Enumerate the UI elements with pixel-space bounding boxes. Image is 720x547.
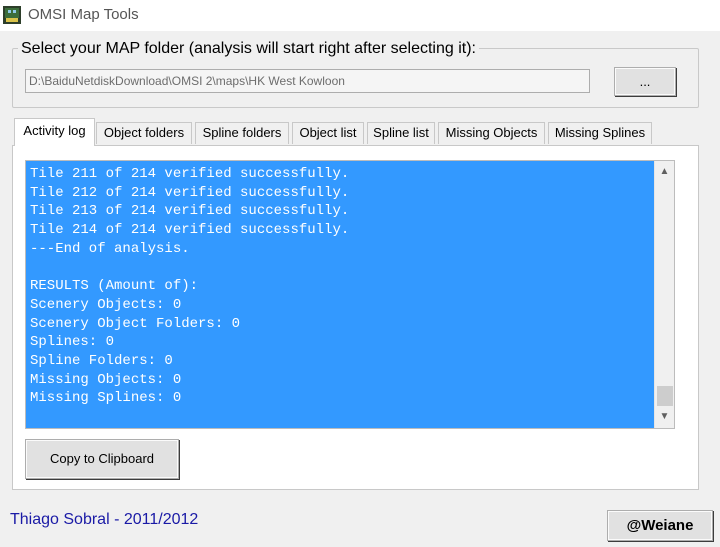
tab-missing-objects[interactable]: Missing Objects <box>438 122 545 144</box>
tab-activity-log[interactable]: Activity log <box>14 118 95 146</box>
folder-group-caption: Select your MAP folder (analysis will st… <box>18 40 479 58</box>
log-line: Tile 213 of 214 verified successfully. <box>30 203 350 220</box>
log-line: Scenery Objects: 0 <box>30 296 182 313</box>
log-line: Tile 211 of 214 verified successfully. <box>30 166 350 182</box>
log-line: Missing Splines: 0 <box>30 390 182 407</box>
copy-to-clipboard-button[interactable]: Copy to Clipboard <box>25 439 179 479</box>
window-title: OMSI Map Tools <box>28 6 139 23</box>
log-line: Tile 212 of 214 verified successfully. <box>30 184 350 201</box>
tab-object-folders[interactable]: Object folders <box>96 122 192 144</box>
log-line: ---End of analysis. <box>30 240 190 257</box>
browse-button[interactable]: ... <box>614 67 676 96</box>
tab-spline-folders[interactable]: Spline folders <box>195 122 289 144</box>
activity-log-text: Tile 211 of 214 verified successfully. T… <box>30 165 349 408</box>
log-line: Spline Folders: 0 <box>30 352 173 369</box>
log-line: Tile 214 of 214 verified successfully. <box>30 222 350 239</box>
app-icon <box>3 6 21 24</box>
log-line: RESULTS (Amount of): <box>30 278 199 295</box>
log-scrollbar[interactable]: ▲ ▼ <box>654 161 674 428</box>
watermark-button[interactable]: @Weiane <box>607 510 713 541</box>
chevron-up-icon[interactable]: ▲ <box>655 163 674 181</box>
log-line: Splines: 0 <box>30 334 115 351</box>
author-credit: Thiago Sobral - 2011/2012 <box>10 511 199 528</box>
tab-spline-list[interactable]: Spline list <box>367 122 435 144</box>
log-line: Missing Objects: 0 <box>30 371 182 388</box>
scroll-thumb[interactable] <box>657 386 673 406</box>
chevron-down-icon[interactable]: ▼ <box>655 408 674 426</box>
activity-log-textbox[interactable]: Tile 211 of 214 verified successfully. T… <box>25 160 675 429</box>
map-folder-path-field[interactable]: D:\BaiduNetdiskDownload\OMSI 2\maps\HK W… <box>25 69 590 93</box>
tab-object-list[interactable]: Object list <box>292 122 364 144</box>
tab-missing-splines[interactable]: Missing Splines <box>548 122 652 144</box>
title-bar: OMSI Map Tools <box>0 0 720 31</box>
log-line: Scenery Object Folders: 0 <box>30 315 241 332</box>
